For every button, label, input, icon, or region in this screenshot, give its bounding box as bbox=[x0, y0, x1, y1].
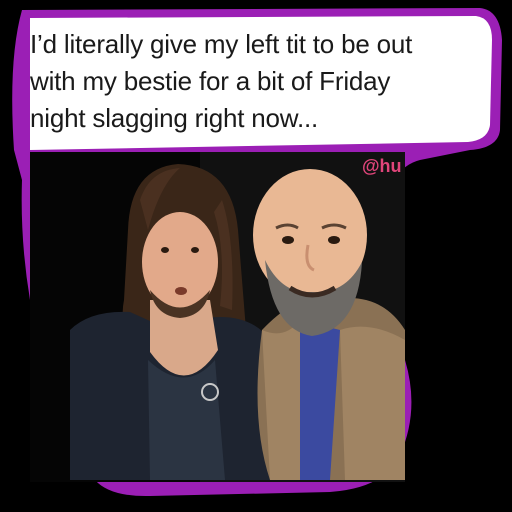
photo bbox=[30, 152, 405, 482]
watermark-handle: @hu bbox=[362, 156, 402, 176]
caption-line: with my bestie for a bit of Friday bbox=[30, 66, 391, 96]
caption-line: I’d literally give my left tit to be out bbox=[30, 29, 413, 59]
caption-text: I’d literally give my left tit to be out… bbox=[30, 26, 480, 137]
caption-line: night slagging right now... bbox=[30, 103, 319, 133]
